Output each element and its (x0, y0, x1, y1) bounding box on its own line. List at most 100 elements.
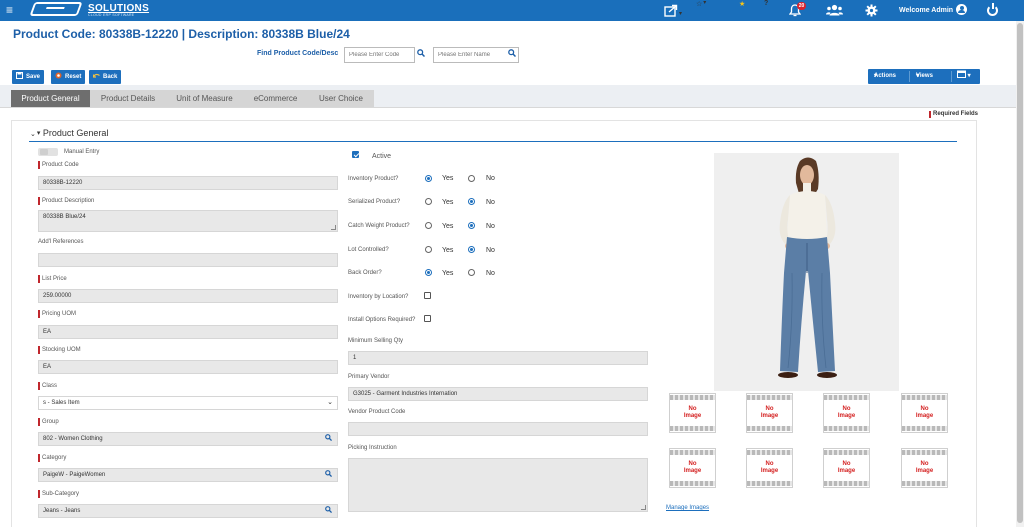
power-logout-icon[interactable] (987, 3, 998, 16)
user-account-icon (956, 3, 968, 15)
lot-controlled-label: Lot Controlled? (348, 247, 389, 253)
serialized-yes-radio[interactable] (425, 198, 432, 205)
image-thumbnail-3[interactable]: No Image (823, 393, 870, 433)
category-field[interactable]: PaigeW - PaigeWomen (38, 468, 338, 482)
sub-category-field[interactable]: Jeans - Jeans (38, 504, 338, 518)
group-field[interactable]: 802 - Women Clothing (38, 432, 338, 446)
manual-entry-toggle[interactable] (38, 148, 58, 156)
group-search-icon[interactable] (325, 433, 333, 445)
serialized-no-radio[interactable] (468, 198, 475, 205)
image-thumbnail-6[interactable]: No Image (746, 448, 793, 488)
find-name-input[interactable] (433, 47, 519, 63)
resize-handle[interactable] (641, 505, 646, 510)
install-options-label: Install Options Required? (348, 317, 416, 323)
toolbar-separator (909, 71, 910, 82)
pricing-uom-label: Pricing UOM (38, 310, 76, 318)
tab-unit-of-measure[interactable]: Unit of Measure (166, 90, 243, 107)
list-price-label: List Price (38, 275, 67, 283)
catch-weight-label: Catch Weight Product? (348, 223, 410, 229)
inventory-product-no-radio[interactable] (468, 175, 475, 182)
vendor-product-code-field[interactable] (348, 422, 648, 436)
hamburger-menu-icon[interactable]: ≡ (6, 2, 13, 18)
share-icon[interactable]: ▾ (664, 0, 682, 19)
resize-handle[interactable] (331, 225, 336, 230)
product-main-image[interactable] (714, 153, 899, 391)
no-label: No (486, 270, 495, 277)
install-options-checkbox[interactable] (424, 315, 431, 322)
image-thumbnail-2[interactable]: No Image (746, 393, 793, 433)
addl-references-label: Add'l References (38, 239, 84, 245)
actions-dropdown[interactable]: Actions ▾ (874, 69, 896, 84)
tab-product-general[interactable]: Product General (11, 90, 90, 107)
back-order-yes-radio[interactable] (425, 269, 432, 276)
no-label: No (486, 247, 495, 254)
back-label: Back (103, 74, 118, 80)
product-description-field[interactable]: 80338B Blue/24 (38, 210, 338, 232)
reset-button[interactable]: Reset (51, 70, 86, 84)
minimum-selling-qty-label: Minimum Selling Qty (348, 338, 404, 344)
favorites-star-icon[interactable]: ☆▾ (696, 0, 706, 8)
picking-instruction-field[interactable] (348, 458, 648, 512)
list-price-field[interactable]: 259.00000 (38, 289, 338, 303)
primary-vendor-field[interactable]: G3025 - Garment Industries Internation (348, 387, 648, 401)
inventory-product-label: Inventory Product? (348, 176, 399, 182)
image-thumbnail-7[interactable]: No Image (823, 448, 870, 488)
reset-icon (55, 72, 62, 79)
image-thumbnail-8[interactable]: No Image (901, 448, 948, 488)
class-value: s - Sales Item (43, 400, 80, 406)
calendar-icon (957, 70, 966, 78)
addl-references-field[interactable] (38, 253, 338, 267)
lot-controlled-no-radio[interactable] (468, 246, 475, 253)
users-icon[interactable] (826, 0, 843, 19)
inventory-by-location-checkbox[interactable] (424, 292, 431, 299)
minimum-selling-qty-field[interactable]: 1 (348, 351, 648, 365)
page-header: Product Code: 80338B-12220 | Description… (0, 21, 1016, 85)
product-code-label: Product Code (38, 161, 79, 169)
vendor-product-code-label: Vendor Product Code (348, 409, 406, 415)
section-header[interactable]: ⌄▾ Product General (30, 128, 108, 138)
category-search-icon[interactable] (325, 469, 333, 481)
stocking-uom-field[interactable]: EA (38, 360, 338, 374)
calendar-dropdown[interactable]: ▾ (957, 69, 971, 84)
yes-label: Yes (442, 199, 454, 206)
group-label: Group (38, 418, 59, 426)
page-scrollbar[interactable] (1016, 21, 1024, 527)
stocking-uom-label: Stocking UOM (38, 346, 81, 354)
class-select[interactable]: s - Sales Item ⌄ (38, 396, 338, 410)
welcome-user-menu[interactable]: Welcome Admin (899, 0, 968, 21)
inventory-product-yes-radio[interactable] (425, 175, 432, 182)
sub-category-search-icon[interactable] (325, 505, 333, 517)
save-button[interactable]: Save (12, 70, 45, 84)
notification-count-badge: 20 (797, 2, 806, 10)
image-thumbnail-4[interactable]: No Image (901, 393, 948, 433)
tab-product-details[interactable]: Product Details (90, 90, 166, 107)
product-code-field[interactable]: 80338B-12220 (38, 176, 338, 190)
group-value: 802 - Women Clothing (43, 436, 103, 442)
bell-icon[interactable]: 20 (788, 0, 806, 19)
back-order-no-radio[interactable] (468, 269, 475, 276)
active-label: Active (372, 153, 392, 160)
actions-label: Actions (874, 73, 897, 79)
image-thumbnail-1[interactable]: No Image (669, 393, 716, 433)
manage-images-link[interactable]: Manage Images (666, 505, 709, 511)
catch-weight-yes-radio[interactable] (425, 222, 432, 229)
views-dropdown[interactable]: Views ▾ (916, 69, 933, 84)
catch-weight-no-radio[interactable] (468, 222, 475, 229)
find-code-input[interactable] (344, 47, 415, 63)
pricing-uom-field[interactable]: EA (38, 325, 338, 339)
scrollbar-thumb[interactable] (1017, 23, 1023, 523)
active-checkbox[interactable] (352, 151, 359, 158)
help-icon[interactable]: ? (764, 0, 768, 7)
settings-gear-icon[interactable] (865, 0, 878, 19)
lot-controlled-yes-radio[interactable] (425, 246, 432, 253)
image-thumbnail-5[interactable]: No Image (669, 448, 716, 488)
gold-star-icon[interactable]: ★ (739, 0, 745, 8)
back-button[interactable]: Back (89, 70, 122, 84)
tab-ecommerce[interactable]: eCommerce (243, 90, 308, 107)
serialized-product-label: Serialized Product? (348, 199, 401, 205)
tab-user-choice[interactable]: User Choice (308, 90, 374, 107)
section-title-text: Product General (42, 128, 109, 138)
search-name-icon[interactable] (508, 49, 518, 59)
sub-category-label: Sub-Category (38, 490, 79, 498)
search-code-icon[interactable] (417, 49, 427, 59)
